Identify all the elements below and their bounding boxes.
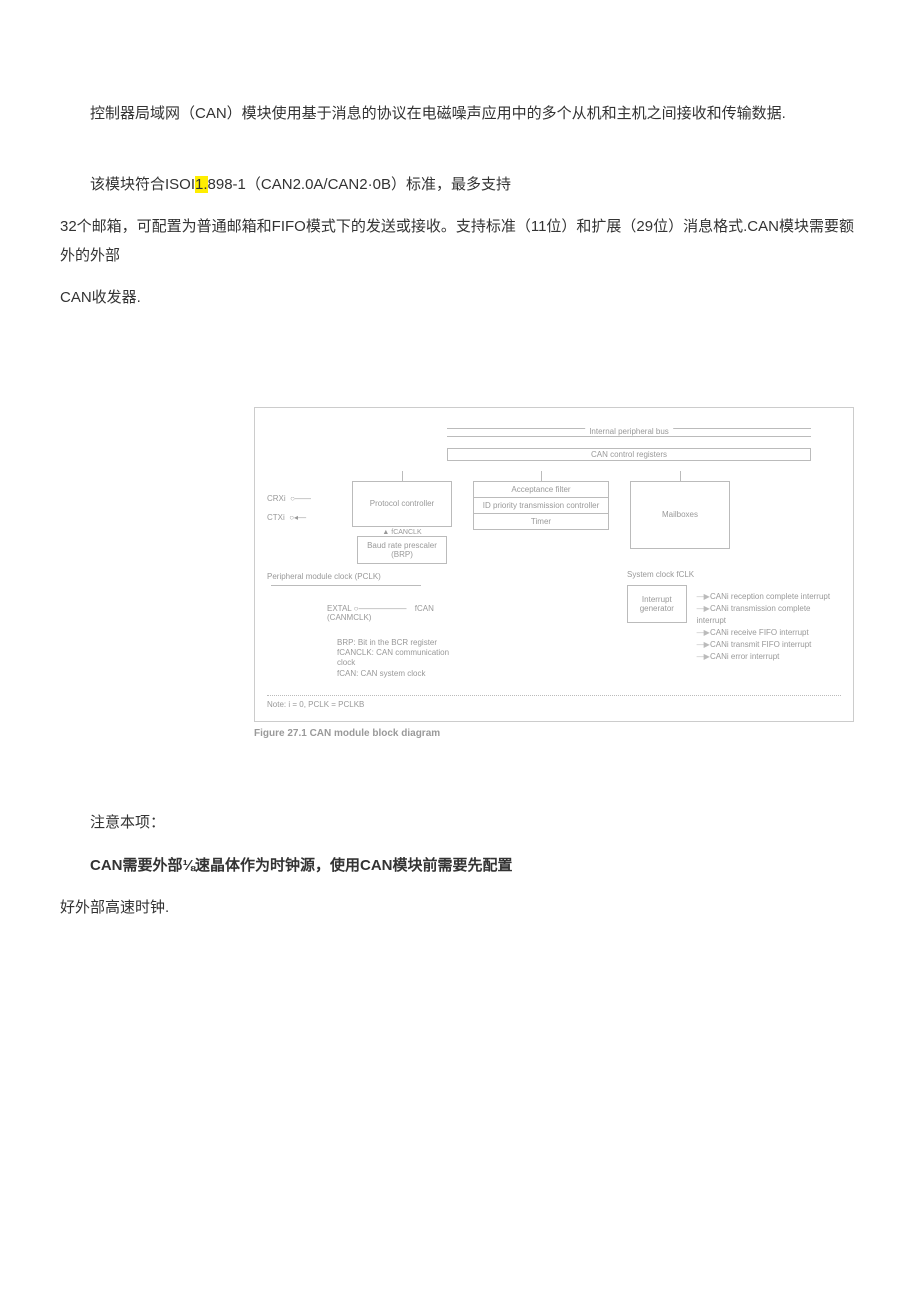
spacer — [60, 143, 860, 171]
brp-box: Baud rate prescaler (BRP) — [357, 536, 447, 564]
fcanclk-label: ▲ fCANCLK — [382, 529, 421, 536]
pclk-label: Peripheral module clock (PCLK) — [267, 572, 467, 581]
acceptance-filter-box: Acceptance filter — [474, 482, 608, 498]
note-fcan: fCAN: CAN system clock — [337, 669, 467, 679]
lower-row: Peripheral module clock (PCLK) EXTAL ○——… — [267, 564, 841, 680]
mailboxes-box: Mailboxes — [630, 481, 730, 549]
note-brp: BRP: Bit in the BCR register — [337, 638, 467, 648]
paragraph: 32个邮箱，可配置为普通邮箱和FIFO模式下的发送或接收。支持标准（11位）和扩… — [60, 213, 860, 270]
id-priority-box: ID priority transmission controller — [474, 498, 608, 514]
interrupt-item: CANi reception complete interrupt — [697, 591, 841, 603]
figure-caption: Figure 27.1 CAN module block diagram — [252, 728, 854, 739]
control-registers-box: CAN control registers — [447, 448, 811, 461]
interrupt-item: CANi receive FIFO interrupt — [697, 627, 841, 639]
block-diagram: Internal peripheral bus CAN control regi… — [254, 407, 854, 723]
timer-box: Timer — [474, 514, 608, 529]
protocol-column: Protocol controller ▲ fCANCLK Baud rate … — [347, 471, 457, 564]
pin-ctx: CTXi ○◂— — [267, 508, 347, 527]
mailboxes-column: Mailboxes — [625, 471, 735, 549]
note-fcanclk: fCANCLK: CAN communication clock — [337, 648, 467, 669]
paragraph: CAN收发器. — [60, 284, 860, 313]
text-fragment: 该模块符合ISOI — [90, 176, 195, 193]
paragraph: 控制器局域网（CAN）模块使用基于消息的协议在电磁噪声应用中的多个从机和主机之间… — [60, 100, 860, 129]
bus-label: Internal peripheral bus — [585, 426, 673, 438]
sysclk-label: System clock fCLK — [627, 570, 841, 579]
interrupt-item: CANi error interrupt — [697, 651, 841, 663]
spacer — [60, 327, 860, 387]
pin-labels: CRXi ○—— CTXi ○◂— — [267, 471, 347, 527]
figure-container: Internal peripheral bus CAN control regi… — [60, 407, 860, 740]
protocol-controller-box: Protocol controller — [352, 481, 452, 527]
diagram-midrow: CRXi ○—— CTXi ○◂— Protocol controller ▲ … — [267, 471, 841, 564]
attention-label: 注意本项： — [60, 809, 860, 838]
interrupt-item: CANi transmission complete interrupt — [697, 603, 841, 627]
interrupt-item: CANi transmit FIFO interrupt — [697, 639, 841, 651]
highlighted-text: 1. — [195, 176, 208, 193]
extal-label: EXTAL ○—————— fCAN (CANMCLK) — [327, 604, 467, 622]
bus-bar: Internal peripheral bus — [447, 426, 811, 438]
interrupt-list: CANi reception complete interrupt CANi t… — [697, 591, 841, 663]
paragraph-bold: CAN需要外部⅛速晶体作为时钟源，使用CAN模块前需要先配置 — [60, 852, 860, 881]
center-group: Acceptance filter ID priority transmissi… — [473, 481, 609, 530]
figure-footnote: Note: i = 0, PCLK = PCLKB — [267, 695, 841, 709]
abbrev-notes: BRP: Bit in the BCR register fCANCLK: CA… — [337, 638, 467, 680]
text-fragment: 898-1（CAN2.0A/CAN2·0B）标准，最多支持 — [208, 176, 511, 193]
paragraph: 该模块符合ISOI1.898-1（CAN2.0A/CAN2·0B）标准，最多支持 — [60, 171, 860, 200]
center-column: Acceptance filter ID priority transmissi… — [471, 471, 611, 530]
paragraph: 好外部高速时钟. — [60, 894, 860, 923]
interrupt-generator-box: Interrupt generator — [627, 585, 687, 623]
pin-crx: CRXi ○—— — [267, 489, 347, 508]
spacer — [60, 749, 860, 809]
document-page: 控制器局域网（CAN）模块使用基于消息的协议在电磁噪声应用中的多个从机和主机之间… — [0, 0, 920, 997]
